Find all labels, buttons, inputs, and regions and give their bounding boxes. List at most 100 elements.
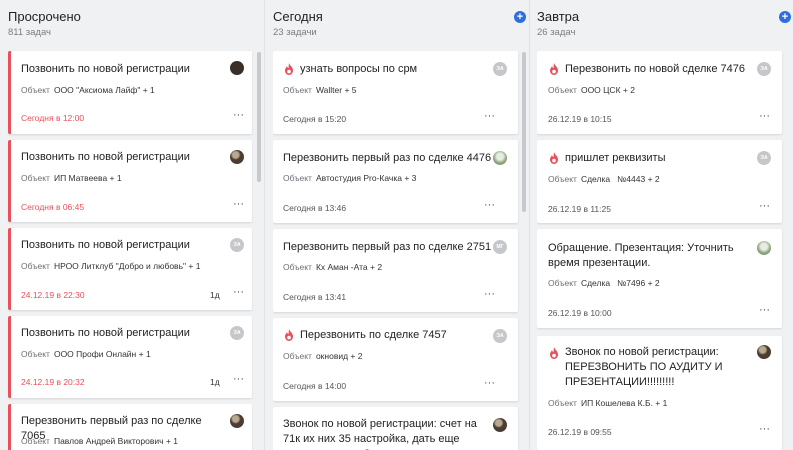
object-value[interactable]: Павлов Андрей Викторович + 1 (54, 436, 178, 446)
column-title: Завтра (537, 9, 580, 24)
scrollbar-today[interactable] (522, 52, 526, 212)
object-value[interactable]: ООО Профи Онлайн + 1 (54, 349, 151, 359)
task-menu-button[interactable]: ··· (484, 199, 495, 211)
task-card[interactable]: Перезвонить по новой сделке 7476 Объект О… (537, 51, 782, 134)
task-object[interactable]: Объект ООО Профи Онлайн + 1 (21, 349, 151, 359)
add-task-button[interactable]: + (779, 11, 791, 23)
add-task-button[interactable]: + (514, 11, 526, 23)
task-title[interactable]: Позвонить по новой регистрации (21, 150, 221, 165)
assignee-avatar[interactable] (757, 345, 771, 359)
hot-task-icon (550, 63, 558, 75)
task-due-date: 26.12.19 в 10:00 (548, 308, 612, 318)
object-label: Объект (21, 349, 50, 359)
task-object[interactable]: Объект ООО "Аксиома Лайф" + 1 (21, 85, 155, 95)
task-object[interactable]: Объект Сделка №7496 + 2 (548, 278, 660, 288)
object-value[interactable]: ООО "Аксиома Лайф" + 1 (54, 85, 155, 95)
task-object[interactable]: Объект НРОО Литклуб "Добро и любовь" + 1 (21, 261, 200, 271)
task-card[interactable]: Позвонить по новой регистрации Объект ООО… (8, 51, 252, 134)
task-card[interactable]: Позвонить по новой регистрации Объект ООО… (8, 316, 252, 398)
task-menu-button[interactable]: ··· (484, 110, 495, 122)
object-value[interactable]: ИП Матвеева + 1 (54, 173, 122, 183)
task-title[interactable]: Перезвонить первый раз по сделке 2751 (283, 240, 493, 255)
task-card[interactable]: Перезвонить первый раз по сделке 7065 Об… (8, 404, 252, 450)
object-value[interactable]: Сделка №4443 + 2 (581, 174, 660, 184)
task-menu-button[interactable]: ··· (484, 377, 495, 389)
object-label: Объект (548, 398, 577, 408)
object-value[interactable]: Автостудия Pro-Качка + 3 (316, 173, 416, 183)
column-header: Просрочено 811 задач (8, 0, 260, 46)
task-menu-button[interactable]: ··· (233, 286, 244, 298)
task-object[interactable]: Объект Павлов Андрей Викторович + 1 (21, 436, 178, 446)
task-due-date: 26.12.19 в 09:55 (548, 427, 612, 437)
task-object[interactable]: Объект ИП Кошелева К.Б. + 1 (548, 398, 667, 408)
task-menu-button[interactable]: ··· (233, 198, 244, 210)
object-label: Объект (283, 351, 312, 361)
task-title[interactable]: Позвонить по новой регистрации (21, 238, 221, 253)
task-title[interactable]: Позвонить по новой регистрации (21, 62, 221, 77)
object-value[interactable]: ИП Кошелева К.Б. + 1 (581, 398, 667, 408)
column-title: Сегодня (273, 9, 323, 24)
task-menu-button[interactable]: ··· (759, 200, 770, 212)
task-object[interactable]: Объект окновид + 2 (283, 351, 362, 361)
assignee-avatar[interactable]: ЭА (493, 62, 507, 76)
task-title[interactable]: Перезвонить первый раз по сделке 4476 (283, 151, 493, 166)
object-value[interactable]: НРОО Литклуб "Добро и любовь" + 1 (54, 261, 200, 271)
assignee-avatar[interactable] (757, 241, 771, 255)
task-due-date: Сегодня в 13:46 (283, 203, 347, 213)
hot-task-icon (285, 63, 293, 75)
scrollbar-overdue[interactable] (257, 52, 261, 182)
assignee-avatar[interactable]: ЭА (757, 151, 771, 165)
object-label: Объект (21, 261, 50, 271)
task-card[interactable]: Обращение. Презентация: Уточнить время п… (537, 229, 782, 328)
task-object[interactable]: Объект ИП Матвеева + 1 (21, 173, 122, 183)
task-object[interactable]: Объект Wallter + 5 (283, 85, 357, 95)
assignee-avatar[interactable] (230, 61, 244, 75)
object-value[interactable]: ООО ЦСК + 2 (581, 85, 635, 95)
overdue-days-badge: 1д (210, 290, 220, 300)
task-title[interactable]: Перезвонить по сделке 7457 (300, 328, 490, 343)
task-card[interactable]: пришлет реквизиты Объект Сделка №4443 + 2… (537, 140, 782, 223)
task-menu-button[interactable]: ··· (233, 109, 244, 121)
task-card[interactable]: Позвонить по новой регистрации Объект ИП … (8, 140, 252, 222)
task-title[interactable]: узнать вопросы по срм (300, 62, 490, 77)
task-object[interactable]: Объект ООО ЦСК + 2 (548, 85, 635, 95)
task-object[interactable]: Объект Сделка №4443 + 2 (548, 174, 660, 184)
assignee-avatar[interactable]: ЭА (757, 62, 771, 76)
assignee-avatar[interactable] (230, 150, 244, 164)
assignee-avatar[interactable]: ЭА (230, 326, 244, 340)
task-menu-button[interactable]: ··· (759, 423, 770, 435)
task-card[interactable]: Звонок по новой регистрации: ПЕРЕЗВОНИТЬ… (537, 336, 782, 450)
task-menu-button[interactable]: ··· (759, 304, 770, 316)
task-title[interactable]: Позвонить по новой регистрации (21, 326, 221, 341)
task-title[interactable]: Обращение. Презентация: Уточнить время п… (548, 241, 753, 271)
column-today: Сегодня 23 задачи + узнать вопросы по ср… (273, 0, 529, 450)
assignee-avatar[interactable]: ЭА (230, 238, 244, 252)
assignee-avatar[interactable] (230, 414, 244, 428)
task-title[interactable]: пришлет реквизиты (565, 151, 755, 166)
object-value[interactable]: Сделка №7496 + 2 (581, 278, 660, 288)
object-value[interactable]: Wallter + 5 (316, 85, 357, 95)
task-menu-button[interactable]: ··· (484, 288, 495, 300)
task-due-date: 26.12.19 в 10:15 (548, 114, 612, 124)
object-value[interactable]: Кх Аман -Ата + 2 (316, 262, 382, 272)
task-card[interactable]: Перезвонить первый раз по сделке 2751 Об… (273, 229, 518, 312)
column-title: Просрочено (8, 9, 81, 24)
task-title[interactable]: Звонок по новой регистрации: ПЕРЕЗВОНИТЬ… (565, 345, 745, 390)
task-menu-button[interactable]: ··· (759, 110, 770, 122)
task-card[interactable]: узнать вопросы по срм Объект Wallter + 5 … (273, 51, 518, 134)
assignee-avatar[interactable] (493, 151, 507, 165)
object-value[interactable]: окновид + 2 (316, 351, 363, 361)
assignee-avatar[interactable]: ЭА (493, 329, 507, 343)
assignee-avatar[interactable] (493, 418, 507, 432)
task-card[interactable]: Позвонить по новой регистрации Объект НРО… (8, 228, 252, 310)
assignee-avatar[interactable]: МГ (493, 240, 507, 254)
task-card[interactable]: Перезвонить первый раз по сделке 4476 Об… (273, 140, 518, 223)
task-menu-button[interactable]: ··· (233, 373, 244, 385)
task-title[interactable]: Звонок по новой регистрации: счет на 71к… (283, 417, 495, 450)
task-object[interactable]: Объект Автостудия Pro-Качка + 3 (283, 173, 416, 183)
task-card[interactable]: Перезвонить по сделке 7457 Объект окновид… (273, 318, 518, 401)
hot-task-icon (550, 347, 558, 359)
task-card[interactable]: Звонок по новой регистрации: счет на 71к… (273, 407, 518, 450)
task-title[interactable]: Перезвонить по новой сделке 7476 (565, 62, 755, 77)
task-object[interactable]: Объект Кх Аман -Ата + 2 (283, 262, 382, 272)
